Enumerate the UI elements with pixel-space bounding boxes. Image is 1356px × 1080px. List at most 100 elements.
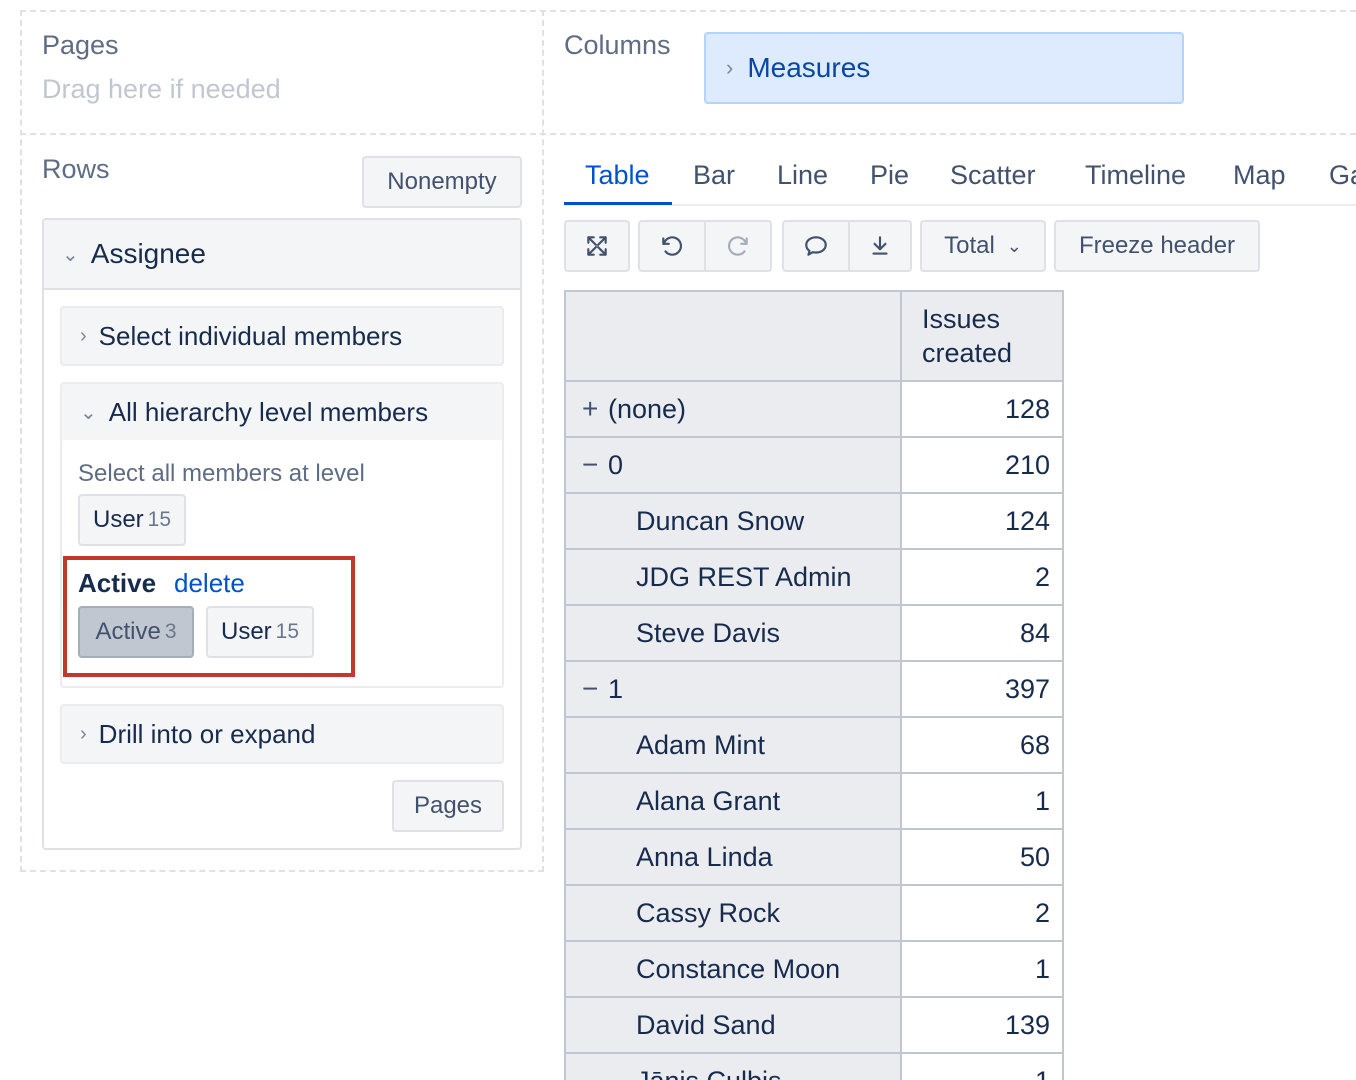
value-cell: 128 <box>900 380 1064 438</box>
comment-button[interactable] <box>782 220 850 272</box>
value-cell: 2 <box>900 548 1064 606</box>
row-header-cell[interactable]: David Sand <box>564 996 902 1054</box>
expand-plus-icon[interactable]: + <box>582 393 608 425</box>
row-header-cell[interactable]: Cassy Rock <box>564 884 902 942</box>
row-label: Adam Mint <box>636 729 766 760</box>
table-row: −1 397 <box>564 660 1064 718</box>
select-all-at-level-label: Select all members at level <box>78 460 365 487</box>
table-row: −0 210 <box>564 436 1064 494</box>
dimension-title: Assignee <box>90 238 206 269</box>
table-row: David Sand 139 <box>564 996 1064 1054</box>
chevron-down-icon: ⌄ <box>1006 235 1022 256</box>
row-label: David Sand <box>636 1009 776 1040</box>
collapse-minus-icon[interactable]: − <box>582 673 608 705</box>
table-row: Jānis Culbis 1 <box>564 1052 1064 1080</box>
level-tag-user[interactable]: User 15 <box>78 494 186 546</box>
pivot-table: Issues created + (none) 128−0 210 Duncan Sno… <box>564 290 1064 1080</box>
tab-timeline[interactable]: Timeline <box>1085 160 1186 191</box>
columns-label: Columns <box>564 30 671 60</box>
active-tab-indicator <box>564 202 672 205</box>
comment-icon <box>805 236 827 256</box>
total-dropdown[interactable]: Total ⌄ <box>920 220 1046 272</box>
table-corner-cell <box>564 290 902 382</box>
value-cell: 1 <box>900 1052 1064 1080</box>
row-header-cell[interactable]: Steve Davis <box>564 604 902 662</box>
pages-button[interactable]: Pages <box>392 780 504 832</box>
assignee-panel-header[interactable]: ⌄ Assignee <box>44 220 520 290</box>
redo-icon <box>728 236 748 256</box>
row-label: (none) <box>608 394 687 424</box>
row-label: 1 <box>608 674 624 704</box>
value-cell: 1 <box>900 940 1064 998</box>
tab-map[interactable]: Map <box>1233 160 1286 191</box>
value-cell: 50 <box>900 828 1064 886</box>
row-header-cell[interactable]: −1 <box>564 660 902 718</box>
pages-label: Pages <box>42 30 119 60</box>
total-dropdown-label: Total <box>944 232 995 259</box>
drill-label: Drill into or expand <box>98 718 316 749</box>
pages-drop-hint[interactable]: Drag here if needed <box>42 74 281 105</box>
row-label: Jānis Culbis <box>636 1066 782 1080</box>
table-row: Cassy Rock 2 <box>564 884 1064 942</box>
table-row: Adam Mint 68 <box>564 716 1064 774</box>
column-header-issues-created[interactable]: Issues created <box>900 290 1064 382</box>
export-button[interactable] <box>848 220 912 272</box>
row-label: Anna Linda <box>636 841 773 872</box>
row-label: Constance Moon <box>636 953 841 984</box>
tab-table[interactable]: Table <box>585 160 650 191</box>
highlight-box <box>63 556 355 677</box>
measures-chip[interactable]: › Measures <box>704 32 1184 104</box>
row-header-cell[interactable]: Jānis Culbis <box>564 1052 902 1080</box>
row-header-cell[interactable]: + (none) <box>564 380 902 438</box>
row-header-cell[interactable]: Duncan Snow <box>564 492 902 550</box>
tab-pie[interactable]: Pie <box>870 160 909 191</box>
chevron-right-icon: › <box>80 722 87 745</box>
tab-line[interactable]: Line <box>777 160 828 191</box>
expand-arrows-icon <box>587 236 607 256</box>
undo-icon <box>662 236 682 256</box>
column-header-line1: Issues <box>922 304 1001 334</box>
row-label: 0 <box>608 450 624 480</box>
tab-scatter[interactable]: Scatter <box>950 160 1036 191</box>
all-hierarchy-level-toggle[interactable]: ⌄ All hierarchy level members <box>60 382 504 442</box>
rows-label: Rows <box>42 154 110 184</box>
select-individual-members-toggle[interactable]: › Select individual members <box>60 306 504 366</box>
row-header-cell[interactable]: Anna Linda <box>564 828 902 886</box>
freeze-header-button[interactable]: Freeze header <box>1054 220 1260 272</box>
row-label: JDG REST Admin <box>636 561 852 592</box>
chevron-right-icon: › <box>80 324 87 347</box>
value-cell: 124 <box>900 492 1064 550</box>
table-row: + (none) 128 <box>564 380 1064 438</box>
row-label: Alana Grant <box>636 785 781 816</box>
chevron-right-icon: › <box>726 55 734 80</box>
drill-into-expand-toggle[interactable]: › Drill into or expand <box>60 704 504 764</box>
row-header-cell[interactable]: −0 <box>564 436 902 494</box>
value-cell: 397 <box>900 660 1064 718</box>
row-header-cell[interactable]: JDG REST Admin <box>564 548 902 606</box>
table-row: JDG REST Admin 2 <box>564 548 1064 606</box>
layout-border-top <box>20 10 1356 12</box>
tab-bar[interactable]: Bar <box>693 160 735 191</box>
fullscreen-button[interactable] <box>564 220 630 272</box>
layout-border-bottom <box>20 870 544 872</box>
nonempty-button[interactable]: Nonempty <box>362 156 522 208</box>
row-header-cell[interactable]: Constance Moon <box>564 940 902 998</box>
pivot-table-container: Issues created + (none) 128−0 210 Duncan Sno… <box>564 290 1064 1080</box>
row-header-cell[interactable]: Adam Mint <box>564 716 902 774</box>
chevron-down-icon: ⌄ <box>62 243 79 266</box>
redo-button[interactable] <box>704 220 772 272</box>
tab-gadget[interactable]: Ga <box>1329 160 1356 191</box>
value-cell: 139 <box>900 996 1064 1054</box>
table-row: Duncan Snow 124 <box>564 492 1064 550</box>
undo-button[interactable] <box>638 220 706 272</box>
layout-border-middle <box>20 133 1356 135</box>
measures-chip-label: Measures <box>747 52 871 83</box>
row-header-cell[interactable]: Alana Grant <box>564 772 902 830</box>
select-individual-label: Select individual members <box>98 320 403 351</box>
layout-border-left <box>20 10 22 872</box>
collapse-minus-icon[interactable]: − <box>582 449 608 481</box>
value-cell: 68 <box>900 716 1064 774</box>
table-row: Steve Davis 84 <box>564 604 1064 662</box>
value-cell: 210 <box>900 436 1064 494</box>
chevron-down-icon: ⌄ <box>80 401 97 424</box>
